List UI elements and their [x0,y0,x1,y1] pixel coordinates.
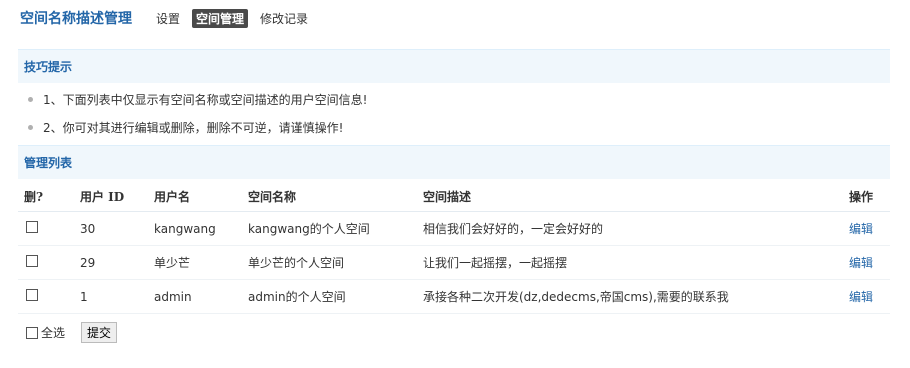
tips-title: 技巧提示 [24,60,73,74]
edit-link[interactable]: 编辑 [849,220,873,237]
edit-link[interactable]: 编辑 [849,254,873,271]
tip-text: 2、你可对其进行编辑或删除，删除不可逆，请谨慎操作! [43,121,344,135]
list-title: 管理列表 [24,156,73,170]
tab-space-manage[interactable]: 空间管理 [192,8,249,28]
tip-text: 1、下面列表中仅显示有空间名称或空间描述的用户空间信息! [43,93,368,107]
space-desc-cell: 承接各种二次开发(dz,dedecms,帝国cms),需要的联系我 [423,290,729,304]
tab-change-log[interactable]: 修改记录 [256,9,312,28]
tips-header: 技巧提示 [18,49,890,83]
manage-table: 删? 用户 ID 用户名 空间名称 空间描述 操作 30 kangwang ka… [18,182,890,314]
uid-cell: 30 [80,221,96,236]
col-uid: 用户 ID [80,190,125,204]
col-space-desc: 空间描述 [423,190,472,204]
tip-item: 1、下面列表中仅显示有空间名称或空间描述的用户空间信息! [28,91,367,108]
username-cell: 单少芒 [154,256,191,270]
uid-cell: 1 [80,289,88,304]
delete-checkbox[interactable] [26,289,38,304]
bullet-icon [28,125,33,130]
table-footer: 全选 提交 [26,322,118,343]
space-desc-cell: 让我们一起摇摆，一起摇摆 [423,256,568,270]
table-row: 29 单少芒 单少芒的个人空间 让我们一起摇摆，一起摇摆 编辑 [18,246,890,280]
tip-item: 2、你可对其进行编辑或删除，删除不可逆，请谨慎操作! [28,119,343,136]
space-desc-cell: 相信我们会好好的，一定会好好的 [423,222,604,236]
page-title: 空间名称描述管理 [20,11,132,27]
col-operation: 操作 [849,190,874,204]
nav-tabs: 设置 空间管理 修改记录 [152,8,320,28]
tab-settings[interactable]: 设置 [152,9,184,28]
table-header-row: 删? 用户 ID 用户名 空间名称 空间描述 操作 [18,182,890,212]
select-all-label[interactable]: 全选 [41,324,65,341]
space-name-cell: 单少芒的个人空间 [248,256,345,270]
space-name-cell: admin的个人空间 [248,290,346,304]
table-row: 30 kangwang kangwang的个人空间 相信我们会好好的，一定会好好… [18,212,890,246]
space-name-cell: kangwang的个人空间 [248,222,370,236]
table-row: 1 admin admin的个人空间 承接各种二次开发(dz,dedecms,帝… [18,280,890,314]
select-all-checkbox[interactable] [26,326,38,339]
delete-checkbox[interactable] [26,221,38,236]
username-cell: admin [154,289,192,304]
username-cell: kangwang [154,221,216,236]
submit-button[interactable]: 提交 [81,322,118,343]
header: 空间名称描述管理 设置 空间管理 修改记录 [20,8,320,28]
delete-checkbox[interactable] [26,255,38,270]
uid-cell: 29 [80,255,96,270]
edit-link[interactable]: 编辑 [849,288,873,305]
bullet-icon [28,97,33,102]
col-space-name: 空间名称 [248,190,297,204]
col-delete: 删? [24,190,44,204]
list-header: 管理列表 [18,145,890,179]
col-username: 用户名 [154,190,191,204]
